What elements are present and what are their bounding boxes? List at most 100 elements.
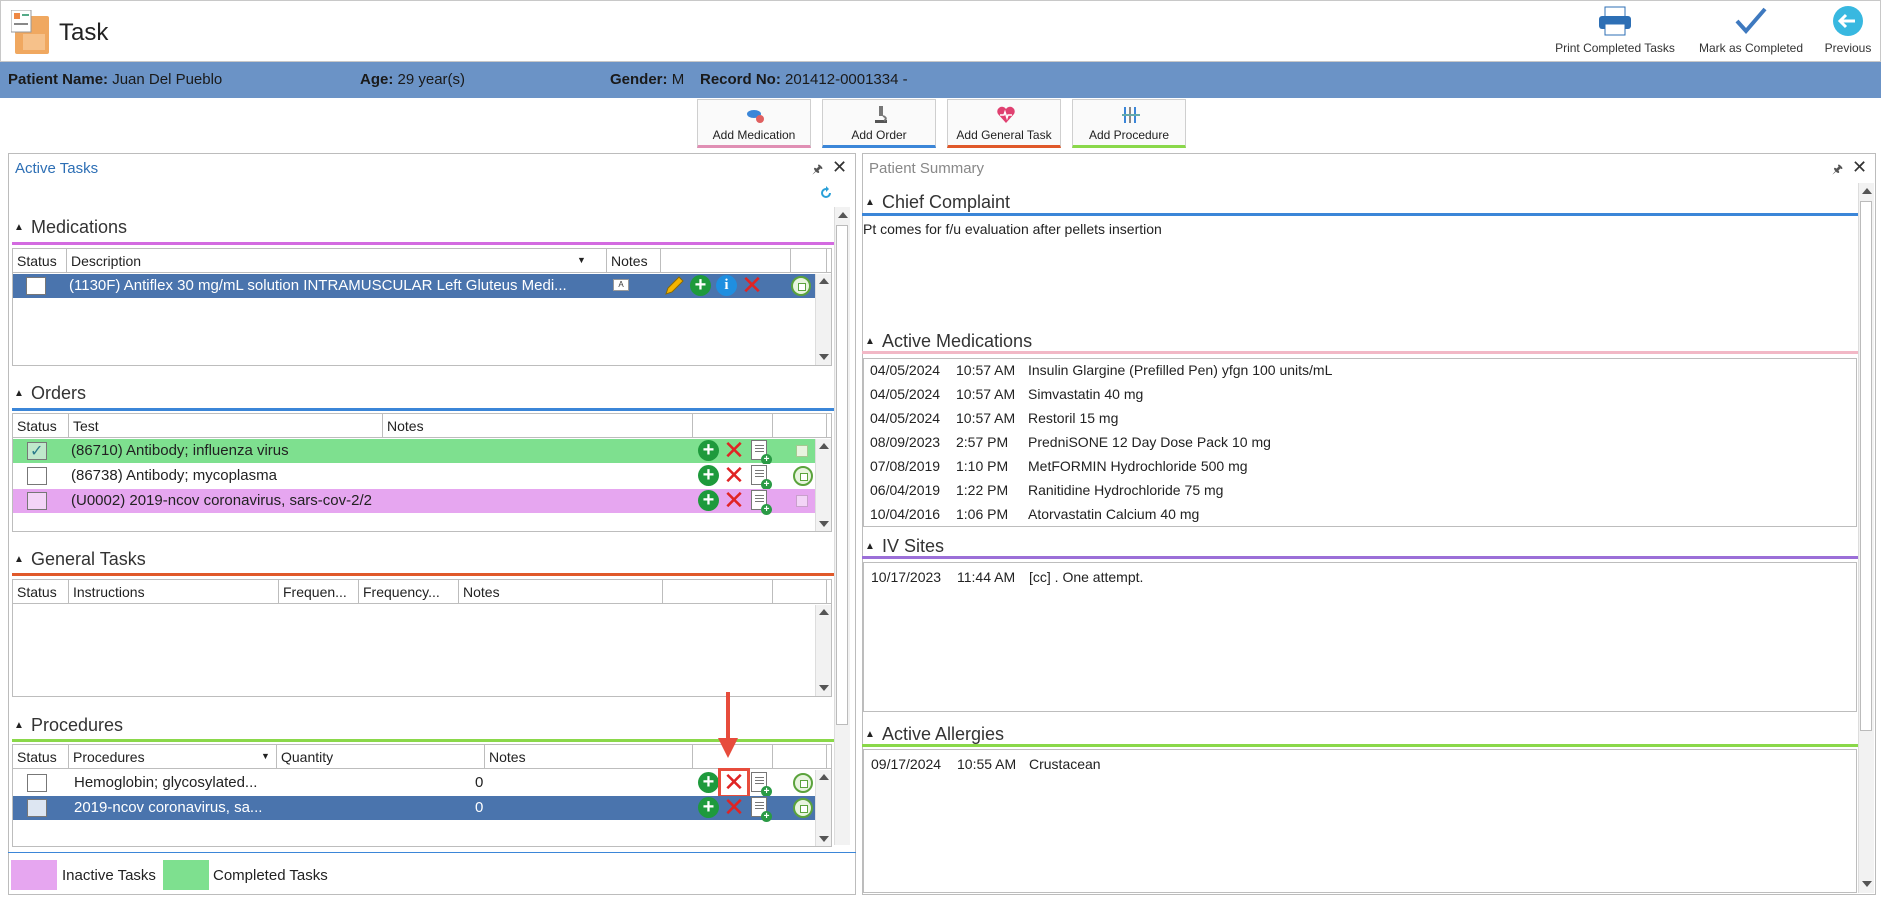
medication-dose: 10 mg: [1231, 434, 1271, 450]
add-medication-button[interactable]: Add Medication: [697, 99, 811, 148]
document-add-icon[interactable]: [751, 440, 772, 465]
procedure-name: 2019-ncov coronavirus, sa...: [74, 799, 263, 816]
patient-summary-scrollbar[interactable]: [1858, 183, 1874, 893]
col-status[interactable]: Status: [13, 414, 69, 438]
document-add-icon[interactable]: [751, 490, 772, 515]
chief-complaint-text: Pt comes for f/u evaluation after pellet…: [863, 221, 1162, 237]
collapse-chief-complaint-icon[interactable]: ▲: [865, 197, 875, 208]
table-row[interactable]: (86738) Antibody; mycoplasma + ✕: [13, 462, 815, 490]
col-extra: [773, 580, 827, 604]
pin-icon[interactable]: 🖈: [812, 160, 823, 181]
general-tasks-scrollbar[interactable]: [815, 605, 831, 696]
recycle-icon[interactable]: [796, 445, 808, 457]
recycle-icon[interactable]: [793, 773, 813, 793]
recycle-icon[interactable]: [796, 495, 808, 507]
previous-button[interactable]: Previous: [1823, 5, 1873, 55]
document-add-icon[interactable]: [751, 772, 772, 797]
col-frequency-unit[interactable]: Frequency...: [359, 580, 459, 604]
col-status[interactable]: Status: [13, 580, 69, 604]
col-status[interactable]: Status: [13, 745, 69, 769]
add-procedure-button[interactable]: Add Procedure: [1072, 99, 1186, 148]
collapse-general-tasks-icon[interactable]: ▲: [14, 554, 24, 565]
delete-icon[interactable]: ✕: [723, 462, 745, 488]
legend-divider: [8, 852, 856, 853]
medication-dose: 15 mg: [1079, 410, 1119, 426]
medication-list-item: 08/09/2023 2:57 PM PredniSONE 12 Day Dose …: [870, 434, 1271, 450]
status-checkbox[interactable]: [27, 774, 47, 792]
sort-dropdown-icon[interactable]: ▼: [577, 255, 586, 265]
collapse-medications-icon[interactable]: ▲: [14, 222, 24, 233]
medication-dose: yfgn 100 units/mL: [1221, 362, 1333, 378]
procedure-name: Hemoglobin; glycosylated...: [74, 774, 258, 791]
add-general-task-button[interactable]: Add General Task: [947, 99, 1061, 148]
list-item: 10/17/2023 11:44 AM [cc] . One attempt.: [871, 569, 1144, 585]
add-icon[interactable]: +: [698, 465, 719, 486]
collapse-active-allergies-icon[interactable]: ▲: [865, 729, 875, 740]
medications-scrollbar[interactable]: [815, 274, 831, 365]
active-tasks-scrollbar[interactable]: [834, 207, 850, 845]
mark-as-completed-button[interactable]: Mark as Completed: [1695, 5, 1807, 55]
delete-icon[interactable]: ✕: [723, 769, 745, 795]
close-icon[interactable]: ✕: [1852, 157, 1867, 178]
add-order-button[interactable]: Add Order: [822, 99, 936, 148]
col-procedures[interactable]: Procedures: [69, 745, 277, 769]
col-status[interactable]: Status: [13, 249, 67, 273]
delete-icon[interactable]: ✕: [723, 487, 745, 513]
add-icon[interactable]: +: [698, 490, 719, 511]
col-notes[interactable]: Notes: [459, 580, 663, 604]
sort-dropdown-icon[interactable]: ▼: [261, 751, 270, 761]
title-bar: Task Print Completed Tasks Mark as Compl…: [0, 0, 1881, 62]
delete-icon[interactable]: ✕: [723, 437, 745, 463]
medication-name: Restoril: [1028, 410, 1076, 426]
status-checkbox[interactable]: [27, 467, 47, 485]
add-icon[interactable]: +: [698, 772, 719, 793]
pencil-icon[interactable]: [663, 275, 685, 297]
delete-icon[interactable]: ✕: [723, 794, 745, 820]
col-notes[interactable]: Notes: [607, 249, 661, 273]
table-row[interactable]: 2019-ncov coronavirus, sa... 0 + ✕: [13, 794, 815, 822]
add-icon[interactable]: +: [698, 797, 719, 818]
document-add-icon[interactable]: [751, 797, 772, 822]
delete-icon[interactable]: ✕: [741, 272, 763, 298]
col-extra: [773, 745, 827, 769]
procedures-scrollbar[interactable]: [815, 770, 831, 846]
document-add-icon[interactable]: [751, 465, 772, 490]
add-icon[interactable]: +: [698, 440, 719, 461]
medication-list-item: 04/05/2024 10:57 AM Restoril 15 mg: [870, 410, 1118, 426]
add-icon[interactable]: +: [690, 275, 711, 296]
col-description[interactable]: Description: [67, 249, 607, 273]
collapse-iv-sites-icon[interactable]: ▲: [865, 541, 875, 552]
col-quantity[interactable]: Quantity: [277, 745, 485, 769]
procedures-grid-header: Status Procedures ▼ Quantity Notes: [13, 745, 831, 769]
collapse-active-medications-icon[interactable]: ▲: [865, 336, 875, 347]
print-completed-tasks-button[interactable]: Print Completed Tasks: [1553, 5, 1677, 55]
col-instructions[interactable]: Instructions: [69, 580, 279, 604]
info-icon[interactable]: i: [716, 275, 737, 296]
col-notes[interactable]: Notes: [485, 745, 693, 769]
refresh-icon[interactable]: [818, 185, 834, 201]
status-checkbox[interactable]: [26, 277, 46, 295]
col-actions: [663, 580, 773, 604]
medication-time: 10:57 AM: [956, 386, 1016, 402]
recycle-icon[interactable]: [793, 466, 813, 486]
table-row[interactable]: (1130F) Antiflex 30 mg/mL solution INTRA…: [13, 272, 815, 298]
table-row[interactable]: (U0002) 2019-ncov coronavirus, sars-cov-…: [13, 487, 815, 515]
status-checkbox[interactable]: [27, 799, 47, 817]
collapse-procedures-icon[interactable]: ▲: [14, 720, 24, 731]
orders-scrollbar[interactable]: [815, 439, 831, 531]
recycle-icon[interactable]: [793, 798, 813, 818]
table-row[interactable]: Hemoglobin; glycosylated... 0 + ✕: [13, 768, 815, 798]
medication-time: 1:22 PM: [956, 482, 1009, 498]
col-test[interactable]: Test: [69, 414, 383, 438]
close-icon[interactable]: ✕: [832, 157, 847, 178]
status-checkbox[interactable]: [27, 492, 47, 510]
collapse-orders-icon[interactable]: ▲: [14, 388, 24, 399]
table-row[interactable]: ✓ (86710) Antibody; influenza virus + ✕: [13, 437, 815, 465]
notes-icon[interactable]: A: [613, 279, 629, 291]
pin-icon[interactable]: 🖈: [1832, 160, 1843, 181]
orders-grid: Status Test Notes ✓ (86710) Antibody; in…: [12, 413, 832, 532]
col-notes[interactable]: Notes: [383, 414, 693, 438]
recycle-icon[interactable]: [791, 276, 811, 296]
col-frequency[interactable]: Frequen...: [279, 580, 359, 604]
active-allergies-list: 09/17/2024 10:55 AM Crustacean: [863, 749, 1857, 893]
